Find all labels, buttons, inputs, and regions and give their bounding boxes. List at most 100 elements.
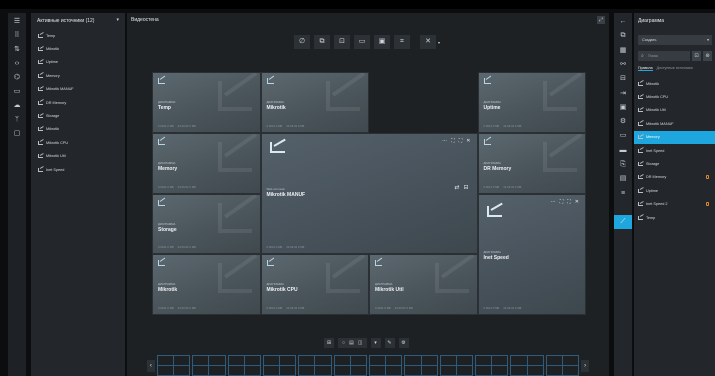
layout-thumbnail[interactable] — [156, 355, 191, 376]
tab-available-sources[interactable]: Доступные источники — [657, 66, 693, 71]
list-item[interactable]: Inet Speed 2 — [634, 198, 715, 211]
menu-icon[interactable]: ☰ — [12, 17, 22, 27]
strip-prev-button[interactable]: ‹ — [147, 359, 155, 372]
layout-thumbnail[interactable] — [475, 355, 509, 376]
zoom-dropdown[interactable]: ▾ — [370, 338, 381, 348]
create-select[interactable]: Создать ▾ — [638, 35, 712, 45]
list-item[interactable]: Mikrotik CPU — [31, 136, 125, 149]
expand-icon[interactable]: ⤢ — [597, 16, 605, 24]
toolbar-dropdown[interactable]: ▾ — [438, 40, 440, 45]
list-item[interactable]: Uptime — [31, 56, 125, 69]
filter-button[interactable]: ⊡ — [692, 51, 701, 61]
close-icon[interactable]: ✕ — [420, 35, 436, 49]
layout-thumbnail[interactable] — [369, 355, 403, 376]
card-icon[interactable]: ▬ — [618, 146, 628, 156]
list-item[interactable]: Inet Speed — [634, 144, 715, 157]
list-item[interactable]: Uptime — [634, 184, 715, 197]
login-icon[interactable]: ⇥ — [618, 89, 628, 99]
layout-thumbnail[interactable] — [192, 355, 226, 376]
dashboard-icon[interactable]: ⧉ — [618, 31, 628, 41]
list-item[interactable]: Mikrotik Util — [634, 104, 715, 117]
video-tile[interactable]: ДИАГРАММА Mikrotik Util 0.0021.0 МБ 42.09.0… — [369, 254, 478, 315]
video-tile[interactable]: ДИАГРАММА Memory 0.0021.0 МБ 42.09.02 0 МБ — [152, 132, 261, 194]
layout-thumbnail[interactable] — [298, 355, 332, 376]
zoom-option-1[interactable]: ▤ — [349, 340, 354, 346]
list-item[interactable]: Mikrotik MANUF — [31, 83, 125, 96]
fit-icon[interactable]: ⛶ — [451, 138, 455, 144]
layout-thumbnail[interactable] — [545, 355, 580, 376]
options-button[interactable]: ⊛ — [703, 51, 712, 61]
display-icon[interactable]: ▭ — [618, 131, 628, 141]
layout-thumbnail[interactable] — [439, 355, 474, 376]
back-arrow-icon[interactable]: ← — [618, 17, 628, 27]
list-item[interactable]: Mikrotik Util — [31, 150, 125, 163]
fullscreen-icon[interactable]: ⛶ — [567, 199, 571, 205]
layout-thumbnail[interactable] — [510, 355, 544, 376]
link-icon[interactable]: ∅ — [294, 35, 310, 49]
table-icon[interactable]: ▦ — [618, 46, 628, 56]
image-icon[interactable]: ▣ — [618, 103, 628, 113]
video-tile[interactable]: ДИАГРАММА Mikrotik 0.0021.0 МБ 42.09.02 0 М… — [260, 72, 369, 133]
video-tile[interactable]: ДИАГРАММА DR Memory 0.0021.0 МБ 42.09.02 0 … — [477, 132, 586, 194]
list-item[interactable]: Temp — [634, 211, 715, 224]
list-item[interactable]: Mikrotik — [31, 123, 125, 136]
list-item[interactable]: Mikrotik — [634, 77, 715, 90]
window-icon[interactable]: ▣ — [374, 35, 390, 49]
close-icon[interactable]: ✕ — [575, 199, 579, 205]
list-item[interactable]: Mikrotik MANUF — [634, 117, 715, 130]
list-item[interactable]: Storage — [634, 157, 715, 170]
list-icon[interactable]: ≡ — [618, 189, 628, 199]
tab-rules[interactable]: Правила — [638, 66, 653, 71]
layout-thumbnail[interactable] — [227, 355, 261, 376]
list-item[interactable]: Mikrotik CPU — [634, 90, 715, 103]
close-icon[interactable]: ✕ — [466, 138, 470, 144]
video-tile[interactable]: ДИАГРАММА Uptime 0.0021.0 МБ 42.09.02 0 МБ — [477, 72, 586, 133]
settings-icon[interactable]: ⚙ — [398, 338, 409, 348]
layers-icon[interactable]: ⌬ — [12, 73, 22, 83]
chart-icon[interactable]: ⟋ — [614, 215, 632, 229]
list-item[interactable]: Inet Speed — [31, 163, 125, 176]
screen-icon[interactable]: ▤ — [618, 174, 628, 184]
video-tile[interactable]: ДИАГРАММА Mikrotik CPU 0.0021.0 МБ 42.09.02… — [260, 254, 369, 315]
video-tile[interactable]: ДИАГРАММА Storage 0.0021.0 МБ 42.09.02 0 МБ — [152, 193, 261, 255]
list-item[interactable]: Mikrotik — [31, 42, 125, 55]
code-icon[interactable]: ‹› — [12, 59, 22, 69]
more-icon[interactable]: ⋯ — [551, 199, 556, 205]
zoom-option-2[interactable]: ◫ — [358, 340, 363, 346]
copy-icon[interactable]: ⧉ — [314, 35, 330, 49]
search-input[interactable]: ⌕ Поиск — [638, 51, 690, 61]
doc-icon[interactable]: ⎘ — [618, 160, 628, 170]
list-item[interactable]: Memory — [31, 69, 125, 82]
video-tile[interactable]: Web-источник Mikrotik MANUF ⇄ ⊟ ⋯ ⛶ ⛶ ✕ 0.0021.0… — [260, 132, 478, 255]
strip-next-button[interactable]: › — [581, 359, 589, 372]
more-icon[interactable]: ⋯ — [442, 138, 447, 144]
layout-thumbnail[interactable] — [262, 355, 297, 376]
frame-icon[interactable]: ⊡ — [334, 35, 350, 49]
video-tile[interactable]: ДИАГРАММА Inet Speed ⋯ ⛶ ⛶ ✕ 0.0021.0 МБ 42.09.… — [477, 193, 586, 315]
video-tile[interactable]: ДИАГРАММА Temp 0.0021.0 МБ 42.09.02 0 МБ — [152, 72, 261, 133]
branch-icon[interactable]: ᛘ — [12, 115, 22, 125]
crop-icon[interactable]: ⌗ — [394, 35, 410, 49]
sort-icon[interactable]: ⇅ — [12, 45, 22, 55]
share-icon[interactable]: ⚯ — [618, 60, 628, 70]
tv-icon[interactable]: ▢ — [12, 129, 22, 139]
window-icon[interactable]: ⊟ — [618, 74, 628, 84]
grid-icon[interactable]: ⠿ — [12, 31, 22, 41]
list-item[interactable]: DR Memory — [634, 171, 715, 184]
monitor-icon[interactable]: ▭ — [12, 87, 22, 97]
list-item[interactable]: DR Memory — [31, 96, 125, 109]
list-item[interactable]: Temp — [31, 29, 125, 42]
panel-icon[interactable]: ⊟ — [463, 185, 468, 191]
edit-icon[interactable]: ✎ — [384, 338, 395, 348]
cloud-icon[interactable]: ☁ — [12, 101, 22, 111]
panel-icon[interactable]: ▭ — [354, 35, 370, 49]
gear-icon[interactable]: ⚙ — [618, 117, 628, 127]
layout-thumbnail[interactable] — [333, 355, 367, 376]
grid-icon[interactable]: ⊞ — [324, 338, 334, 348]
fullscreen-icon[interactable]: ⛶ — [459, 138, 463, 144]
list-item[interactable]: Storage — [31, 109, 125, 122]
video-tile[interactable]: ДИАГРАММА Mikrotik 0.0021.0 МБ 42.09.02 0 М… — [152, 254, 261, 315]
sources-header[interactable]: Активные источники (12) ▾ — [31, 13, 125, 29]
list-item[interactable]: Memory — [634, 130, 715, 144]
layout-thumbnail[interactable] — [404, 355, 438, 376]
